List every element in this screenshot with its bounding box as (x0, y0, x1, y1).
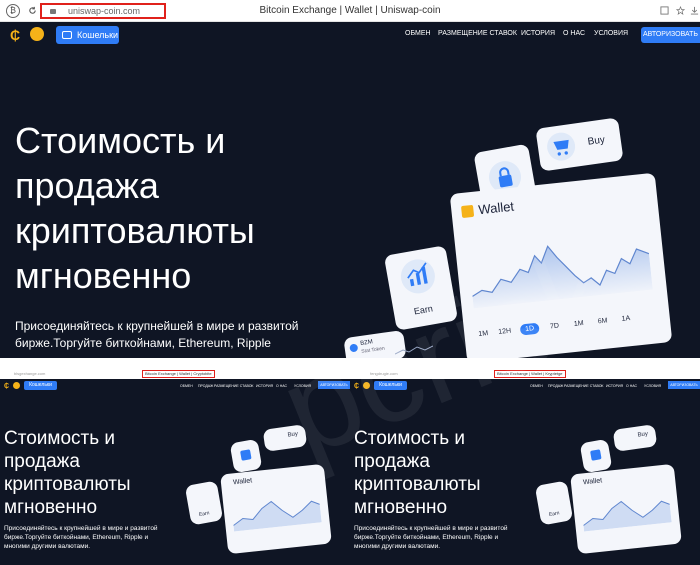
thumb2-wallet-card: Wallet (570, 463, 682, 555)
coin-icon (349, 343, 359, 353)
thumb1-logo-icon: ₵ (4, 383, 10, 390)
coin-label: BZM (359, 339, 374, 347)
wallet-icon (62, 31, 72, 39)
time-range-selector: 1M 12H 1D 7D 1M 6M 1A (478, 311, 658, 344)
buy-card: Buy (535, 117, 624, 172)
thumb2-menu-2: РАЗМЕЩЕНИЕ СТАВОК (564, 384, 604, 388)
thumb2-header: ₵ Кошельки ОБМЕН ПРОДАЖ РАЗМЕЩЕНИЕ СТАВО… (350, 379, 700, 393)
earn-label: Earn (413, 303, 434, 317)
hero-subtitle: Присоединяйтесь к крупнейшей в мире и ра… (15, 319, 299, 350)
download-icon[interactable] (690, 6, 699, 15)
mini-sparkline (395, 345, 433, 355)
thumb1-auth-button: АВТОРИЗОВАТЬ (318, 381, 350, 389)
thumb2-logo-icon: ₵ (354, 383, 360, 390)
range-6m[interactable]: 6M (597, 317, 607, 325)
wallet-card: Wallet 1M 12H 1D 7D 1M 6M 1A (449, 172, 673, 358)
thumb1-menu-3: ИСТОРИЯ (256, 384, 274, 388)
thumb2-chart (583, 500, 672, 532)
browser-toolbar: ₿ uniswap-coin.com Bitcoin Exchange | Wa… (0, 0, 700, 22)
wallets-button[interactable]: Кошельки (56, 26, 119, 44)
thumb2-hero-title: Стоимость и продажа криптовалюты мгновен… (354, 428, 481, 518)
thumb1-header: ₵ Кошельки ОБМЕН ПРОДАЖ РАЗМЕЩЕНИЕ СТАВО… (0, 379, 350, 393)
thumb1-wallets-button: Кошельки (24, 381, 57, 390)
thumb2-wallets-button: Кошельки (374, 381, 407, 390)
thumb1-lock-card (229, 438, 263, 474)
website-hero: ₵ Кошельки ОБМЕН РАЗМЕЩЕНИЕ СТАВОК ИСТОР… (0, 22, 700, 358)
cart-icon (553, 139, 569, 156)
wallet-price-chart (472, 245, 653, 309)
thumb1-browser-bar: blsgexhange.com Bitcoin Exchange | Walle… (0, 369, 350, 379)
thumbnail-site-1: blsgexhange.com Bitcoin Exchange | Walle… (0, 369, 350, 565)
site-logo-icon[interactable]: ₵ (10, 28, 21, 42)
thumb2-lock-icon (590, 449, 602, 461)
menu-exchange[interactable]: ОБМЕН (405, 30, 431, 37)
wallets-button-label: Кошельки (77, 30, 119, 40)
thumb2-menu-0: ОБМЕН (530, 384, 543, 388)
thumb1-chart (233, 500, 322, 532)
thumb2-buy-card: Buy (612, 424, 658, 452)
thumb1-menu-4: О НАС (276, 384, 288, 388)
growth-chart-icon (407, 262, 428, 287)
thumb2-menu-1: ПРОДАЖ (548, 384, 564, 388)
thumb2-lock-card (579, 438, 613, 474)
thumb2-menu-4: О НАС (626, 384, 638, 388)
buy-label: Buy (587, 134, 606, 148)
thumb2-menu-5: УСЛОВИЯ (644, 384, 662, 388)
thumb2-browser-bar: fengdrugie.com Bitcoin Exchange | Wallet… (350, 369, 700, 379)
buy-card-icon (545, 130, 577, 163)
thumb1-wallet-card: Wallet (220, 463, 332, 555)
range-1m[interactable]: 1M (478, 330, 488, 338)
thumb2-tab-title: Bitcoin Exchange | Wallet | Kryptetge (494, 370, 566, 378)
wallet-label: Wallet (477, 198, 515, 218)
thumb1-moon-icon (13, 382, 20, 389)
thumb2-hero-subtitle: Присоединяйтесь к крупнейшей в мире и ра… (354, 525, 508, 550)
thumb2-url: fengdrugie.com (370, 371, 398, 376)
coin-sub: Stat Token (360, 345, 386, 355)
thumb2-auth-button: АВТОРИЗОВАТЬ (668, 381, 700, 389)
thumb2-earn-card: Earn (534, 480, 574, 526)
range-1m-b[interactable]: 1M (574, 320, 584, 328)
thumb2-wallet-label: Wallet (582, 477, 603, 487)
menu-history[interactable]: ИСТОРИЯ (521, 30, 555, 37)
thumb1-url: blsgexhange.com (14, 371, 46, 376)
wallet-card-icon (460, 204, 475, 219)
menu-bets[interactable]: РАЗМЕЩЕНИЕ СТАВОК (438, 30, 517, 37)
thumb1-menu-0: ОБМЕН (180, 384, 193, 388)
range-1d[interactable]: 1D (519, 322, 540, 336)
range-7d[interactable]: 7D (550, 323, 560, 331)
thumb2-buy-label: Buy (637, 431, 649, 439)
thumb1-buy-card: Buy (262, 424, 308, 452)
thumb1-earn-label: Earn (198, 510, 210, 519)
page-tab-title: Bitcoin Exchange | Wallet | Uniswap-coin (259, 5, 441, 16)
thumb1-tab-title: Bitcoin Exchange | Wallet | Cryptobite (142, 370, 215, 378)
thumb1-lock-icon (240, 449, 252, 461)
thumb2-moon-icon (363, 382, 370, 389)
thumb2-menu-3: ИСТОРИЯ (606, 384, 624, 388)
menu-terms[interactable]: УСЛОВИЯ (594, 30, 628, 37)
thumbnail-site-2: fengdrugie.com Bitcoin Exchange | Wallet… (350, 369, 700, 565)
thumb1-menu-2: РАЗМЕЩЕНИЕ СТАВОК (214, 384, 254, 388)
thumb2-earn-label: Earn (548, 510, 560, 519)
menu-about[interactable]: О НАС (563, 30, 585, 37)
thumb1-menu-5: УСЛОВИЯ (294, 384, 312, 388)
range-1a[interactable]: 1A (621, 315, 630, 323)
site-header: ₵ Кошельки ОБМЕН РАЗМЕЩЕНИЕ СТАВОК ИСТОР… (0, 22, 700, 48)
earn-card: Earn (383, 245, 459, 331)
theme-toggle-icon[interactable] (30, 27, 44, 41)
thumb1-hero-title: Стоимость и продажа криптовалюты мгновен… (4, 428, 131, 518)
thumb1-buy-label: Buy (287, 431, 299, 439)
star-icon[interactable] (676, 6, 685, 15)
hero-title: Стоимость и продажа криптовалюты мгновен… (15, 120, 255, 296)
earn-card-icon (398, 256, 438, 297)
range-12h[interactable]: 12H (498, 328, 512, 336)
authorize-button[interactable]: АВТОРИЗОВАТЬ (641, 27, 700, 43)
thumb1-hero-subtitle: Присоединяйтесь к крупнейшей в мире и ра… (4, 525, 158, 550)
thumb1-wallet-label: Wallet (232, 477, 253, 487)
thumb1-earn-card: Earn (184, 480, 224, 526)
thumb1-menu-1: ПРОДАЖ (198, 384, 214, 388)
translate-icon[interactable] (660, 6, 669, 15)
